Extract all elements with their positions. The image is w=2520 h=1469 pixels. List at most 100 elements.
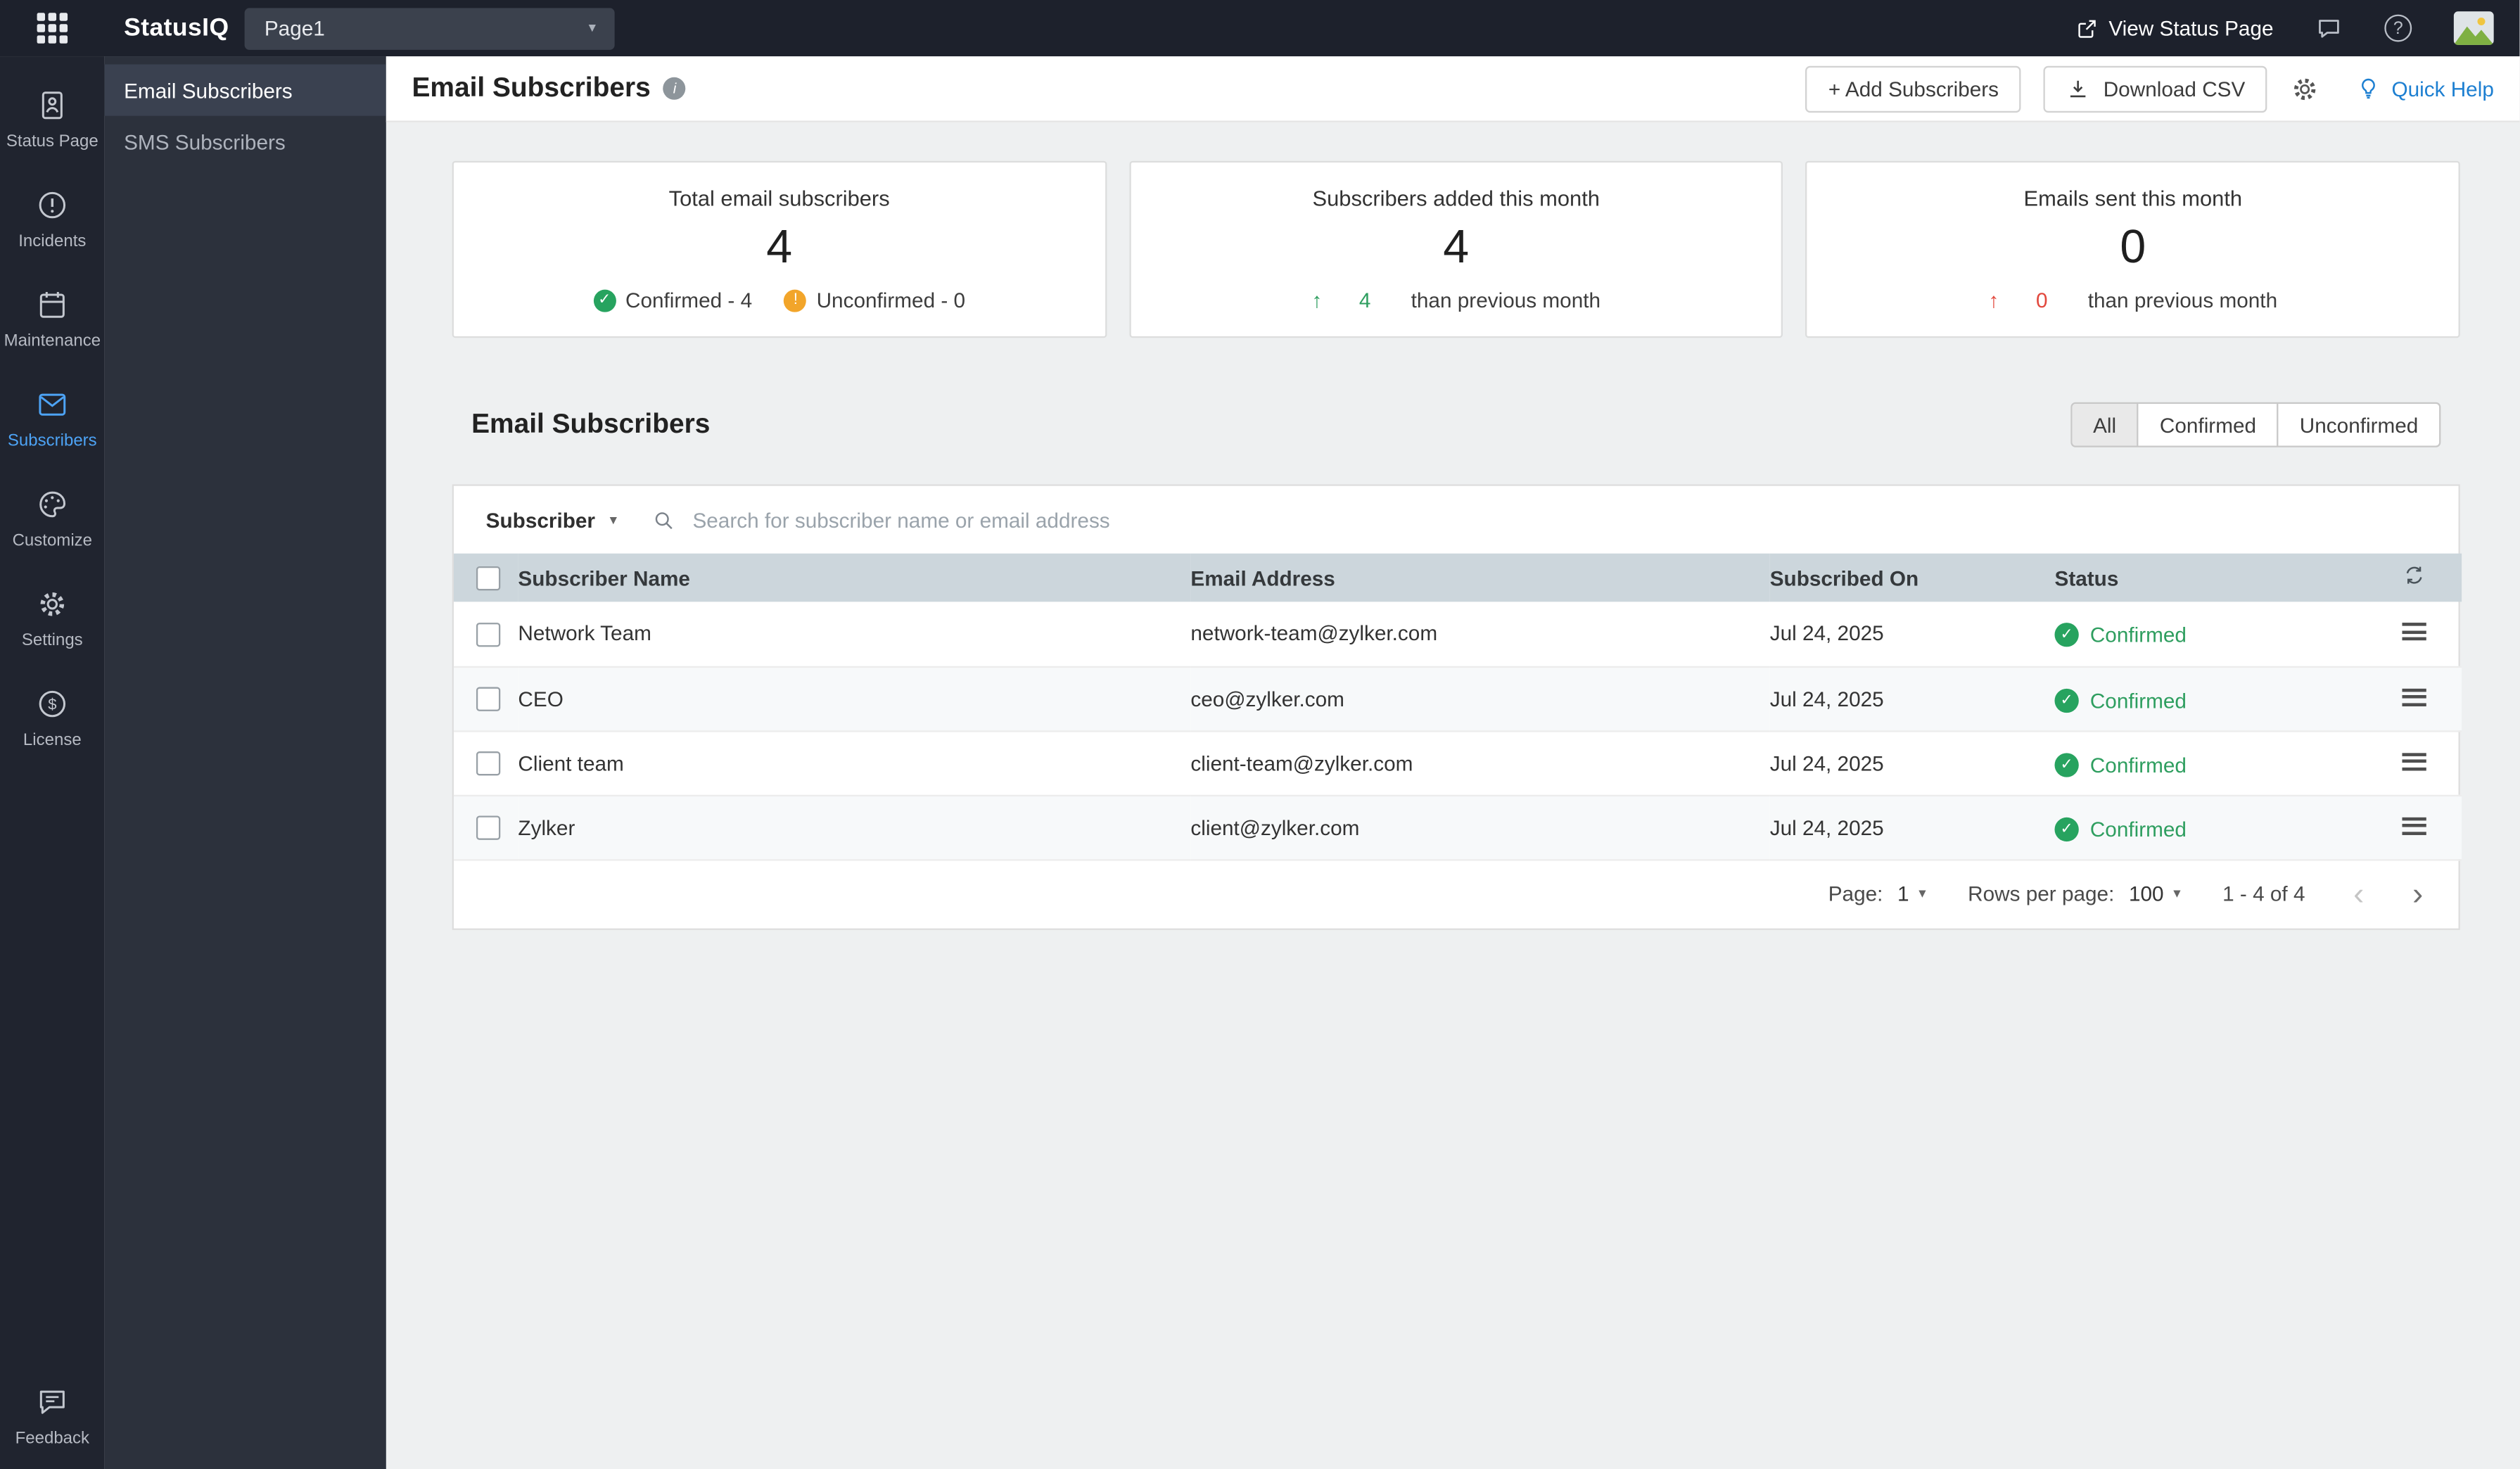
add-subscribers-button[interactable]: + Add Subscribers	[1806, 65, 2021, 112]
view-status-page-link[interactable]: View Status Page	[2075, 16, 2273, 40]
quick-help-label: Quick Help	[2391, 77, 2493, 101]
refresh-icon[interactable]	[2402, 563, 2426, 587]
sidebar-item-label: Subscribers	[8, 431, 97, 450]
page-title: Email Subscribers	[412, 72, 650, 105]
table-row[interactable]: CEO ceo@zylker.com Jul 24, 2025 ✓ Confir…	[454, 666, 2462, 730]
calendar-icon	[35, 288, 69, 326]
rows-per-page-group: Rows per page: 100 ▾	[1968, 882, 2181, 905]
row-menu-icon[interactable]	[2402, 752, 2426, 770]
brand-logo: StatusIQ	[124, 13, 229, 42]
confirmed-check-icon: ✓	[2054, 688, 2078, 712]
subscriber-name: Zylker	[518, 795, 1190, 859]
subscriber-email: network-team@zylker.com	[1190, 602, 1769, 666]
palette-icon	[35, 488, 69, 526]
help-icon[interactable]: ?	[2384, 15, 2412, 42]
pager-arrows: ‹ ›	[2353, 878, 2423, 910]
avatar[interactable]	[2454, 11, 2494, 45]
confirmed-check-icon: ✓	[2054, 623, 2078, 647]
subscribed-on-date: Jul 24, 2025	[1770, 730, 2055, 794]
sidebar-item-label: Status Page	[6, 132, 98, 151]
search-field-dropdown[interactable]: Subscriber ▾	[486, 508, 617, 532]
unconfirmed-label: Unconfirmed - 0	[817, 288, 966, 312]
sidebar-item-feedback[interactable]: Feedback	[0, 1366, 105, 1466]
select-all-checkbox[interactable]	[476, 566, 500, 590]
unconfirmed-chip: ! Unconfirmed - 0	[784, 288, 965, 312]
row-checkbox[interactable]	[476, 751, 500, 775]
download-csv-button[interactable]: Download CSV	[2044, 65, 2267, 112]
sidebar-item-status-page[interactable]: Status Page	[0, 69, 105, 169]
subscriber-name: CEO	[518, 666, 1190, 730]
search-field-value: Subscriber	[486, 508, 595, 532]
page-dropdown[interactable]: 1 ▾	[1897, 882, 1926, 905]
table-row[interactable]: Client team client-team@zylker.com Jul 2…	[454, 730, 2462, 794]
status-text: Confirmed	[2090, 817, 2187, 841]
table-row[interactable]: Zylker client@zylker.com Jul 24, 2025 ✓ …	[454, 795, 2462, 859]
status-badge: ✓ Confirmed	[2054, 623, 2186, 647]
page-selector-value: Page1	[265, 16, 325, 40]
next-page-button[interactable]: ›	[2412, 878, 2423, 910]
subscriber-email: client@zylker.com	[1190, 795, 1769, 859]
stat-title: Subscribers added this month	[1313, 186, 1600, 210]
sidebar-item-label: Customize	[13, 531, 92, 550]
row-checkbox[interactable]	[476, 816, 500, 840]
subscribed-on-date: Jul 24, 2025	[1770, 602, 2055, 666]
settings-gear-button[interactable]	[2290, 73, 2320, 103]
row-checkbox[interactable]	[476, 687, 500, 711]
subscriber-email: client-team@zylker.com	[1190, 730, 1769, 794]
rows-per-page-dropdown[interactable]: 100 ▾	[2129, 882, 2181, 905]
previous-page-button[interactable]: ‹	[2353, 878, 2364, 910]
subnav-item-email-subscribers[interactable]: Email Subscribers	[105, 64, 386, 115]
info-icon[interactable]: i	[663, 77, 686, 100]
sidebar-item-subscribers[interactable]: Subscribers	[0, 369, 105, 469]
sidebar-item-customize[interactable]: Customize	[0, 469, 105, 568]
rows-per-page-label: Rows per page:	[1968, 882, 2114, 905]
quick-help-link[interactable]: Quick Help	[2356, 75, 2494, 101]
delta-suffix: than previous month	[1411, 288, 1601, 312]
trend-up-icon: ↑	[1311, 288, 1322, 312]
table-pagination: Page: 1 ▾ Rows per page: 100 ▾	[454, 860, 2459, 927]
warning-icon: !	[784, 289, 807, 312]
confirmed-check-icon: ✓	[2054, 752, 2078, 776]
subscriber-search-input[interactable]	[692, 508, 2426, 532]
stat-card-added-this-month: Subscribers added this month 4 ↑ 4 than …	[1129, 161, 1783, 338]
app-window: StatusIQ Page1 ▾ View Status Page ?	[0, 0, 2519, 1469]
search-row: Subscriber ▾	[454, 486, 2459, 554]
chevron-down-icon: ▾	[1918, 885, 1926, 903]
sidebar-item-incidents[interactable]: Incidents	[0, 169, 105, 269]
status-badge: ✓ Confirmed	[2054, 688, 2186, 712]
filter-all[interactable]: All	[2072, 404, 2137, 445]
table-body: Network Team network-team@zylker.com Jul…	[454, 602, 2462, 859]
primary-sidebar: Status Page Incidents Maintenance Subscr…	[0, 56, 105, 1469]
topbar: StatusIQ Page1 ▾ View Status Page ?	[0, 0, 2519, 56]
subscriber-name: Network Team	[518, 602, 1190, 666]
chevron-down-icon: ▾	[610, 511, 617, 528]
column-email-address: Email Address	[1190, 554, 1769, 602]
bulb-icon	[2356, 75, 2382, 101]
row-menu-icon[interactable]	[2402, 688, 2426, 706]
table-row[interactable]: Network Team network-team@zylker.com Jul…	[454, 602, 2462, 666]
row-menu-icon[interactable]	[2402, 817, 2426, 834]
sidebar-item-maintenance[interactable]: Maintenance	[0, 269, 105, 369]
header-actions: + Add Subscribers Download CSV	[1806, 65, 2494, 112]
row-menu-icon[interactable]	[2402, 623, 2426, 641]
stat-value: 0	[2120, 222, 2146, 275]
pagination-range: 1 - 4 of 4	[2222, 882, 2305, 905]
sidebar-item-settings[interactable]: Settings	[0, 568, 105, 668]
content: Total email subscribers 4 ✓ Confirmed - …	[386, 122, 2520, 929]
row-checkbox[interactable]	[476, 623, 500, 647]
status-badge: ✓ Confirmed	[2054, 817, 2186, 841]
sidebar-item-license[interactable]: $ License	[0, 668, 105, 768]
subscribed-on-date: Jul 24, 2025	[1770, 795, 2055, 859]
page-group: Page: 1 ▾	[1828, 882, 1926, 905]
main-area: Email Subscribers i + Add Subscribers Do…	[386, 56, 2520, 1469]
feedback-bubble-icon	[35, 1385, 69, 1424]
subnav-item-sms-subscribers[interactable]: SMS Subscribers	[105, 116, 386, 167]
page-header: Email Subscribers i + Add Subscribers Do…	[386, 56, 2520, 122]
page-selector-dropdown[interactable]: Page1 ▾	[245, 7, 615, 49]
stat-footer: ↑ 0 than previous month	[1989, 288, 2278, 312]
filter-confirmed[interactable]: Confirmed	[2137, 404, 2277, 445]
apps-grid-button[interactable]	[0, 13, 105, 43]
filter-unconfirmed[interactable]: Unconfirmed	[2277, 404, 2439, 445]
page-label: Page:	[1828, 882, 1883, 905]
chat-icon[interactable]	[2315, 15, 2343, 42]
